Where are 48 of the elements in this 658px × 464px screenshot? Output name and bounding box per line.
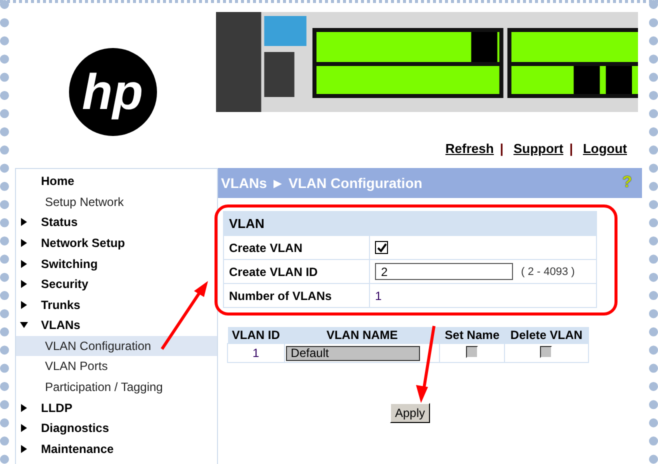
column-header: Set Name [440, 327, 504, 344]
section-header: VLAN [224, 212, 596, 235]
page-title: VLANs ► VLAN Configuration [221, 175, 422, 191]
caret-right-icon [20, 260, 28, 268]
nav-item[interactable]: Network Setup [16, 232, 217, 254]
field-label: Create VLAN ID [224, 260, 370, 283]
header-link[interactable]: Refresh [445, 141, 494, 161]
range-hint: ( 2 - 4093 ) [521, 266, 575, 278]
name-field[interactable]: Default [286, 346, 420, 360]
field-label: Create VLAN [224, 236, 370, 259]
caret-right-icon [20, 218, 28, 226]
nav-item[interactable]: Diagnostics [16, 418, 217, 439]
link-separator: | [569, 141, 573, 158]
nav-item[interactable]: VLANs [16, 315, 217, 336]
nav-subitem[interactable]: VLAN Configuration [16, 336, 217, 356]
nav-item[interactable]: LLDP [16, 398, 217, 418]
checkbox[interactable] [466, 346, 478, 358]
input-field[interactable]: 2 [375, 263, 513, 280]
column-header: Delete VLAN [504, 327, 588, 344]
caret-right-icon [20, 424, 28, 432]
nav-subitem[interactable]: VLAN Ports [16, 356, 217, 377]
caret-right-icon [20, 300, 28, 309]
nav-item[interactable]: Home [16, 171, 217, 192]
header-link[interactable]: Support [513, 141, 564, 161]
caret-right-icon [20, 404, 28, 412]
table-cell: 1 [228, 344, 284, 362]
field-value: 1 [375, 288, 382, 302]
caret-right-icon [20, 280, 28, 288]
field-label: Number of VLANs [224, 284, 370, 307]
nav-item[interactable]: Maintenance [16, 438, 217, 460]
hp-logo: hp [68, 48, 156, 136]
checkbox[interactable] [375, 241, 388, 254]
arrow [160, 281, 208, 350]
checkbox[interactable] [540, 346, 552, 358]
apply-button[interactable]: Apply [390, 403, 430, 423]
caret-down-icon [20, 321, 28, 330]
nav-item[interactable]: Switching [16, 253, 217, 274]
nav-subitem[interactable]: Setup Network [16, 192, 217, 212]
caret-right-icon [20, 239, 28, 248]
header-link[interactable]: Logout [582, 141, 627, 161]
caret-right-icon [20, 445, 28, 454]
column-header: VLAN NAME [284, 327, 440, 344]
nav-item[interactable]: Trunks [16, 294, 217, 316]
nav-item[interactable]: Security [16, 274, 217, 295]
column-header: VLAN ID [228, 327, 284, 344]
nav-item[interactable]: Status [16, 212, 217, 233]
nav-subitem[interactable]: Participation / Tagging [16, 376, 217, 398]
link-separator: | [500, 141, 504, 158]
